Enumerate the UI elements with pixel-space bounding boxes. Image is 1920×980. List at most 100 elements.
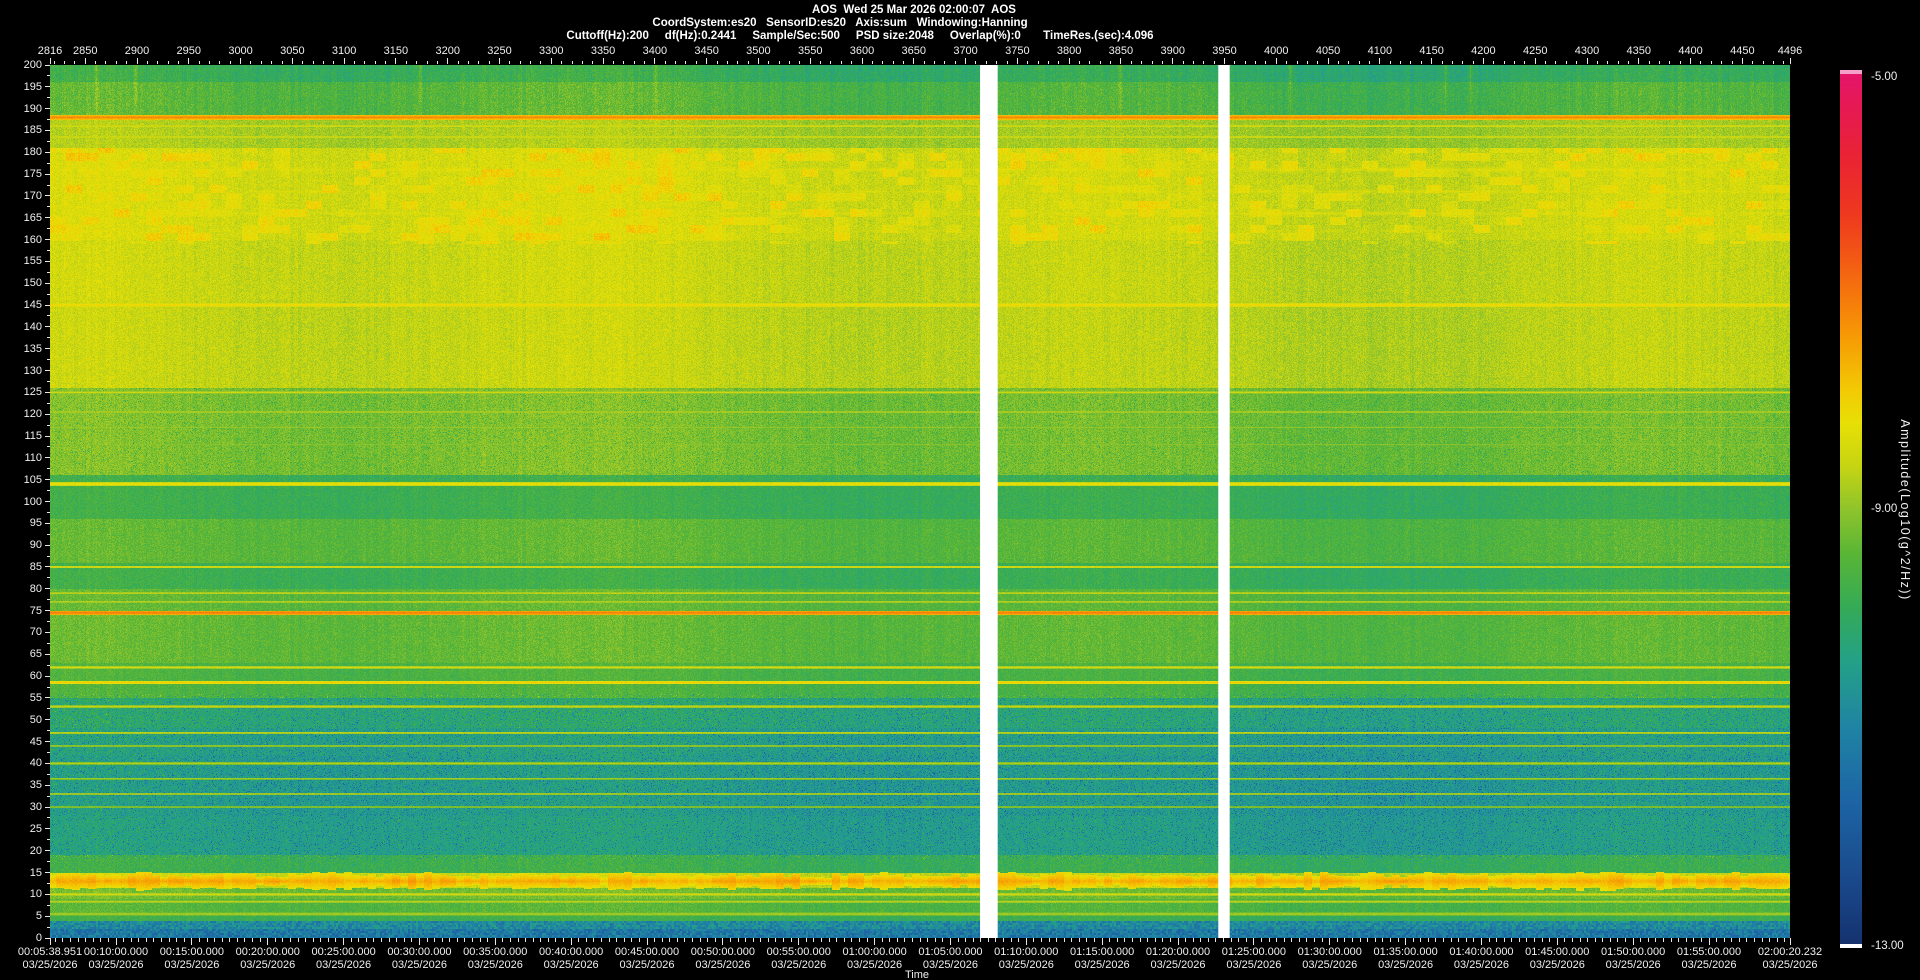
time-axis-minor-tick: [396, 938, 398, 942]
record-axis-minor-tick: [1151, 61, 1153, 64]
frequency-axis-label: 160: [23, 233, 42, 246]
time-axis-minor-tick: [1185, 938, 1187, 942]
record-axis-label: 4300: [1574, 45, 1600, 57]
record-axis-minor-tick: [478, 61, 480, 64]
time-axis-minor-tick: [669, 938, 671, 942]
time-axis-minor-tick: [1018, 938, 1020, 942]
time-axis-minor-tick: [1389, 938, 1391, 942]
record-axis-minor-tick: [1565, 61, 1567, 64]
record-axis-minor-tick: [1690, 61, 1692, 64]
record-axis-minor-tick: [944, 61, 946, 64]
record-axis-label: 4000: [1264, 45, 1289, 57]
record-axis-minor-tick: [1141, 61, 1143, 64]
frequency-axis-label: 70: [29, 626, 42, 639]
time-axis-minor-tick: [1480, 938, 1482, 942]
frequency-axis-label: 80: [29, 582, 42, 595]
time-axis-minor-tick: [889, 938, 891, 942]
record-axis-minor-tick: [550, 61, 552, 64]
time-axis-label: 00:15:00.000: [159, 946, 224, 958]
time-axis-minor-tick: [843, 938, 845, 942]
record-axis-minor-tick: [1659, 61, 1660, 64]
time-axis-minor-tick: [1700, 938, 1702, 942]
record-axis-minor-tick: [271, 61, 273, 64]
date-label: 03/25/2026: [1529, 959, 1585, 971]
time-axis-label: 01:25:00.000: [1221, 946, 1286, 958]
time-axis-minor-tick: [69, 938, 71, 942]
record-axis-minor-tick: [1027, 61, 1029, 64]
time-axis-minor-tick: [965, 938, 967, 942]
frequency-axis-label: 45: [29, 735, 42, 748]
time-axis-minor-tick: [563, 938, 565, 942]
time-axis-minor-tick: [77, 938, 79, 942]
time-axis-minor-tick: [1556, 938, 1558, 942]
record-axis-minor-tick: [146, 61, 148, 64]
time-axis-minor-tick: [403, 938, 405, 942]
time-axis-minor-tick: [229, 938, 231, 942]
time-axis-minor-tick: [1177, 938, 1179, 942]
frequency-axis-label: 200: [23, 59, 42, 71]
time-axis-minor-tick: [1655, 938, 1657, 942]
record-axis-minor-tick: [571, 61, 573, 64]
time-axis-minor-tick: [100, 938, 102, 942]
record-axis-label: 3750: [1005, 45, 1030, 57]
time-axis-minor-tick: [858, 938, 860, 942]
frequency-axis-label: 30: [29, 801, 42, 814]
time-axis-minor-tick: [153, 938, 155, 942]
time-axis-minor-tick: [1321, 938, 1323, 942]
record-axis-minor-tick: [1669, 61, 1671, 64]
record-axis-minor-tick: [1099, 61, 1101, 64]
time-axis-minor-tick: [115, 938, 117, 942]
record-axis-minor-tick: [778, 61, 780, 64]
record-axis-minor-tick: [706, 61, 708, 64]
record-axis-minor-tick: [467, 61, 469, 64]
time-axis-minor-tick: [707, 938, 709, 942]
time-axis-minor-tick: [1192, 938, 1194, 942]
record-axis-minor-tick: [302, 61, 304, 64]
time-axis-label: 00:55:00.000: [766, 946, 831, 958]
header-params-line: Cuttoff(Hz):200 df(Hz):0.2441 Sample/Sec…: [566, 30, 1154, 42]
record-axis-minor-tick: [581, 61, 583, 64]
time-axis-minor-tick: [161, 938, 163, 942]
time-axis-minor-tick: [1405, 938, 1407, 942]
time-axis-minor-tick: [767, 938, 769, 942]
spectrogram-plot[interactable]: [50, 65, 1790, 938]
frequency-axis-label: 155: [23, 255, 42, 268]
time-axis-minor-tick: [434, 938, 436, 942]
record-axis-minor-tick: [737, 61, 739, 64]
time-axis-label: 02:00:20.232: [1757, 946, 1823, 958]
time-axis-minor-tick: [1761, 938, 1763, 942]
date-label: 03/25/2026: [1762, 959, 1818, 971]
record-axis-label: 3300: [539, 45, 564, 57]
record-axis-minor-tick: [996, 61, 998, 64]
time-axis-minor-tick: [585, 938, 587, 942]
record-axis-label: 4496: [1777, 45, 1803, 57]
record-axis-minor-tick: [1462, 61, 1464, 64]
record-axis-minor-tick: [1192, 61, 1194, 64]
time-axis-minor-tick: [949, 938, 951, 942]
time-axis-label: 00:35:00.000: [463, 946, 528, 958]
frequency-axis-label: 20: [29, 844, 42, 857]
record-axis-minor-tick: [1783, 61, 1785, 64]
time-axis-minor-tick: [123, 938, 125, 942]
time-axis-minor-tick: [1617, 938, 1619, 942]
time-axis-minor-tick: [1534, 938, 1536, 942]
time-axis-minor-tick: [676, 938, 678, 942]
time-axis-minor-tick: [684, 938, 686, 942]
time-axis-minor-tick: [927, 938, 929, 942]
time-axis-minor-tick: [1640, 938, 1642, 942]
time-axis-minor-tick: [1685, 938, 1687, 942]
time-axis-minor-tick: [1632, 938, 1634, 942]
time-axis-minor-tick: [578, 938, 580, 942]
time-axis-minor-tick: [555, 938, 557, 942]
time-axis-minor-tick: [206, 938, 208, 942]
frequency-axis-label: 0: [35, 932, 42, 944]
time-axis-minor-tick: [1776, 938, 1778, 942]
frequency-axis-label: 190: [23, 102, 42, 115]
time-axis-minor-tick: [1351, 938, 1353, 942]
time-axis-label: 01:50:00.000: [1601, 946, 1666, 958]
record-axis-minor-tick: [354, 61, 355, 64]
time-axis-minor-tick: [1215, 938, 1217, 942]
time-axis-minor-tick: [1223, 938, 1225, 942]
record-axis-minor-tick: [623, 61, 625, 64]
frequency-axis-label: 90: [29, 539, 42, 552]
